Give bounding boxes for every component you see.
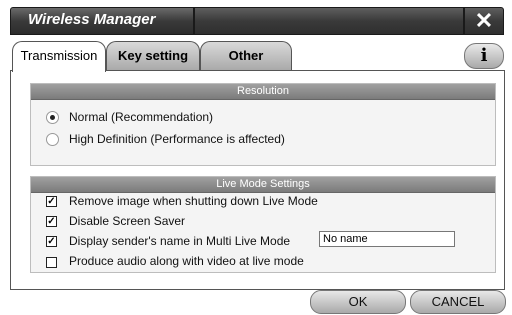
radio-normal[interactable] [46,111,59,124]
radio-selected-dot [50,115,55,120]
info-icon: i [480,45,488,66]
tab-key-setting[interactable]: Key setting [106,41,200,71]
live-mode-header: Live Mode Settings [31,177,495,193]
radio-high-definition-label: High Definition (Performance is affected… [69,132,285,146]
tab-transmission[interactable]: Transmission [12,41,106,72]
title-drag-area[interactable] [194,7,464,35]
sender-name-input[interactable] [319,231,455,247]
checkbox-display-sender-name[interactable]: ✓ [46,236,57,247]
ok-button[interactable]: OK [310,290,406,314]
checkbox-remove-image[interactable]: ✓ [46,196,57,207]
checkbox-produce-audio-label: Produce audio along with video at live m… [69,254,304,268]
close-button[interactable]: ✕ [464,7,504,35]
checkbox-produce-audio[interactable] [46,257,57,268]
tab-label: Transmission [20,48,98,63]
cancel-button[interactable]: CANCEL [410,290,506,314]
checkbox-remove-image-label: Remove image when shutting down Live Mod… [69,194,318,208]
tab-label: Other [228,48,264,63]
tab-label: Key setting [117,48,189,63]
resolution-header: Resolution [31,84,495,100]
checkbox-disable-screensaver-label: Disable Screen Saver [69,214,186,228]
info-button[interactable]: i [464,43,504,69]
window-title: Wireless Manager [28,11,156,28]
radio-normal-label: Normal (Recommendation) [69,110,214,124]
radio-high-definition[interactable] [46,133,59,146]
title-bar: Wireless Manager ✕ [0,0,512,38]
resolution-group: Resolution [30,83,496,166]
close-icon: ✕ [474,8,494,33]
checkbox-disable-screensaver[interactable]: ✓ [46,216,57,227]
checkbox-display-sender-name-label: Display sender's name in Multi Live Mode [69,234,291,248]
tab-other[interactable]: Other [200,41,292,71]
